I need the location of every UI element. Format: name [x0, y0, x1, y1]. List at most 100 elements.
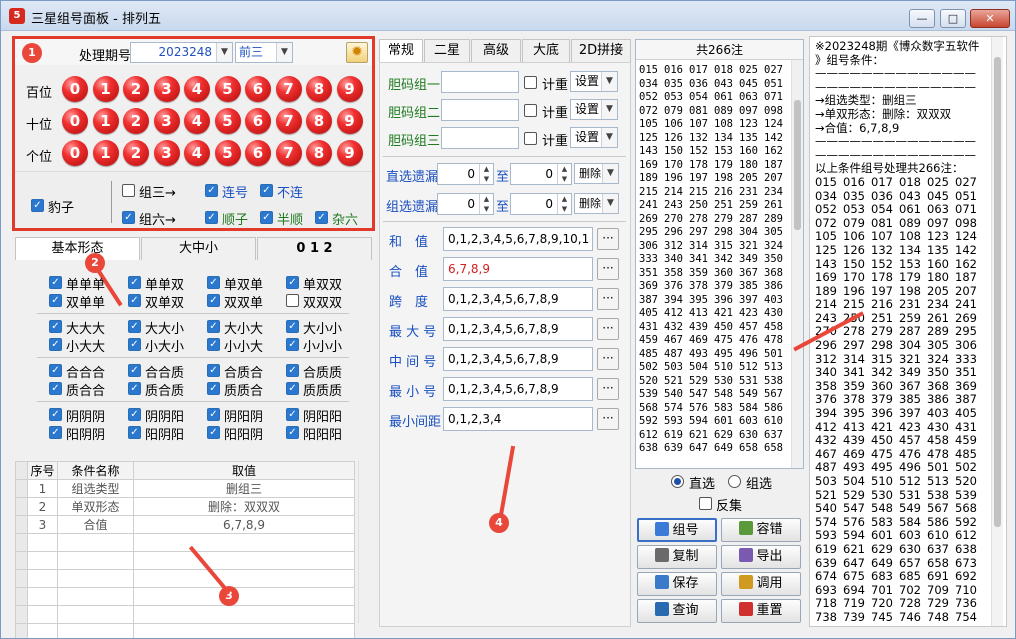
param-field-4[interactable]: 0,1,2,3,4,5,6,7,8,9 — [443, 347, 593, 371]
form-checkbox[interactable]: ✓ — [286, 408, 299, 421]
ball-2-8[interactable]: 8 — [306, 140, 332, 166]
period-combo[interactable]: 2023248 ▼ — [130, 42, 233, 63]
action-button-5[interactable]: 调用 — [721, 572, 801, 596]
set-combo-0[interactable]: 设置 ▼ — [570, 71, 618, 92]
list-item[interactable]: 387 394 395 396 397 403 — [639, 294, 789, 308]
form-checkbox[interactable]: ✓ — [286, 294, 299, 307]
ball-0-8[interactable]: 8 — [306, 76, 332, 102]
form-checkbox[interactable]: ✓ — [128, 338, 141, 351]
list-item[interactable]: 369 376 378 379 385 386 — [639, 280, 789, 294]
ball-1-8[interactable]: 8 — [306, 108, 332, 134]
yilou-to-0[interactable]: 0 ▲ ▼ — [510, 163, 572, 185]
ball-0-0[interactable]: 0 — [62, 76, 88, 102]
result-list[interactable]: 共266注 015 016 017 018 025 027 034 035 036 043 045 0… — [635, 39, 804, 469]
jizhong-checkbox-2[interactable]: ✓ — [524, 132, 537, 145]
ball-1-5[interactable]: 5 — [214, 108, 241, 134]
form-checkbox[interactable]: ✓ — [49, 364, 62, 377]
dan-input-0[interactable] — [441, 71, 519, 93]
param-more-button-6[interactable]: ··· — [597, 408, 619, 430]
close-button[interactable]: ✕ — [970, 9, 1010, 28]
form-checkbox[interactable]: ✓ — [49, 294, 62, 307]
shunzi-checkbox[interactable]: ✓ — [205, 211, 218, 224]
param-more-button-0[interactable]: ··· — [597, 228, 619, 250]
form-checkbox[interactable]: ✓ — [286, 320, 299, 333]
ball-2-1[interactable]: 1 — [92, 140, 119, 166]
form-checkbox[interactable]: ✓ — [207, 426, 220, 439]
ball-1-2[interactable]: 2 — [123, 108, 149, 134]
form-checkbox[interactable]: ✓ — [286, 276, 299, 289]
output-scrollbar[interactable] — [991, 37, 1003, 626]
fanji-checkbox[interactable]: ✓ — [699, 497, 712, 510]
ball-0-5[interactable]: 5 — [214, 76, 241, 102]
ball-1-9[interactable]: 9 — [336, 108, 363, 134]
ball-0-9[interactable]: 9 — [336, 76, 363, 102]
tab-012[interactable]: 0 1 2 — [257, 237, 372, 261]
ball-2-3[interactable]: 3 — [153, 140, 180, 166]
lianhao-checkbox[interactable]: ✓ — [205, 184, 218, 197]
param-field-6[interactable]: 0,1,2,3,4 — [443, 407, 593, 431]
yilou-action-0[interactable]: 删除 ▼ — [574, 163, 619, 184]
form-checkbox[interactable]: ✓ — [128, 320, 141, 333]
ball-1-3[interactable]: 3 — [153, 108, 180, 134]
list-item[interactable]: 241 243 250 251 259 261 — [639, 199, 789, 213]
param-field-5[interactable]: 0,1,2,3,4,5,6,7,8,9 — [443, 377, 593, 401]
form-checkbox[interactable]: ✓ — [128, 382, 141, 395]
zaliu-checkbox[interactable]: ✓ — [315, 211, 328, 224]
form-checkbox[interactable]: ✓ — [207, 364, 220, 377]
tab-basic-form[interactable]: 基本形态 — [15, 237, 140, 261]
ball-1-1[interactable]: 1 — [92, 108, 119, 134]
yilou-from-1[interactable]: 0 ▲ ▼ — [437, 193, 494, 215]
list-item[interactable]: 189 196 197 198 205 207 — [639, 172, 789, 186]
form-checkbox[interactable]: ✓ — [49, 320, 62, 333]
list-item[interactable]: 125 126 132 134 135 142 — [639, 132, 789, 146]
list-item[interactable]: 459 467 469 475 476 478 — [639, 334, 789, 348]
zu6-checkbox[interactable]: ✓ — [122, 211, 135, 224]
list-item[interactable]: 405 412 413 421 423 430 — [639, 307, 789, 321]
tab-dadi[interactable]: 大底 — [522, 39, 570, 63]
ball-2-7[interactable]: 7 — [275, 140, 302, 166]
list-item[interactable]: 169 170 178 179 180 187 — [639, 159, 789, 173]
table-row[interactable]: 1 组选类型 删组三 — [15, 479, 355, 498]
form-checkbox[interactable]: ✓ — [128, 294, 141, 307]
form-checkbox[interactable]: ✓ — [49, 408, 62, 421]
yilou-to-1[interactable]: 0 ▲ ▼ — [510, 193, 572, 215]
dan-input-2[interactable] — [441, 127, 519, 149]
ball-2-4[interactable]: 4 — [184, 140, 210, 166]
bulian-checkbox[interactable]: ✓ — [260, 184, 273, 197]
list-item[interactable]: 592 593 594 601 603 610 — [639, 415, 789, 429]
param-field-3[interactable]: 0,1,2,3,4,5,6,7,8,9 — [443, 317, 593, 341]
list-item[interactable]: 105 106 107 108 123 124 — [639, 118, 789, 132]
list-item[interactable]: 612 619 621 629 630 637 — [639, 429, 789, 443]
zuxuan-radio[interactable] — [728, 475, 741, 488]
zu3-checkbox[interactable]: ✓ — [122, 184, 135, 197]
list-item[interactable]: 502 503 504 510 512 513 — [639, 361, 789, 375]
action-button-6[interactable]: 查询 — [637, 599, 717, 623]
ball-1-4[interactable]: 4 — [184, 108, 210, 134]
yilou-from-0[interactable]: 0 ▲ ▼ — [437, 163, 494, 185]
form-checkbox[interactable]: ✓ — [286, 338, 299, 351]
position-combo[interactable]: 前三 ▼ — [235, 42, 293, 63]
list-item[interactable]: 215 214 215 216 231 234 — [639, 186, 789, 200]
ball-0-1[interactable]: 1 — [92, 76, 119, 102]
ball-0-6[interactable]: 6 — [245, 76, 271, 102]
list-item[interactable]: 072 079 081 089 097 098 — [639, 105, 789, 119]
list-item[interactable]: 269 270 278 279 287 289 — [639, 213, 789, 227]
list-item[interactable]: 539 540 547 548 549 567 — [639, 388, 789, 402]
param-more-button-5[interactable]: ··· — [597, 378, 619, 400]
action-button-3[interactable]: 导出 — [721, 545, 801, 569]
list-item[interactable]: 052 053 054 061 063 071 — [639, 91, 789, 105]
form-checkbox[interactable]: ✓ — [286, 364, 299, 377]
form-checkbox[interactable]: ✓ — [286, 382, 299, 395]
param-more-button-2[interactable]: ··· — [597, 288, 619, 310]
table-row[interactable]: 2 单双形态 删除：双双双 — [15, 497, 355, 516]
tab-gaoji[interactable]: 高级 — [471, 39, 521, 63]
jizhong-checkbox-0[interactable]: ✓ — [524, 76, 537, 89]
list-item[interactable]: 431 432 439 450 457 458 — [639, 321, 789, 335]
form-checkbox[interactable]: ✓ — [49, 276, 62, 289]
form-checkbox[interactable]: ✓ — [207, 294, 220, 307]
set-combo-2[interactable]: 设置 ▼ — [570, 127, 618, 148]
form-checkbox[interactable]: ✓ — [286, 426, 299, 439]
ball-2-2[interactable]: 2 — [123, 140, 149, 166]
ball-1-7[interactable]: 7 — [275, 108, 302, 134]
form-checkbox[interactable]: ✓ — [49, 426, 62, 439]
